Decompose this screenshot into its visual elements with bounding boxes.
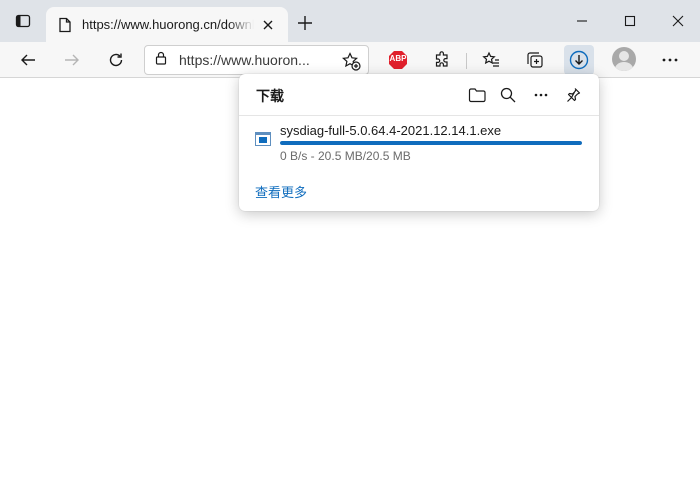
minimize-window-icon [577,20,587,22]
downloads-panel-title: 下载 [256,88,284,104]
avatar-head [619,51,629,61]
maximize-window-button[interactable] [606,6,654,36]
forward-arrow-icon [65,54,79,66]
download-filename[interactable]: sysdiag-full-5.0.64.4-2021.12.14.1.exe [280,123,501,138]
back-button[interactable] [13,45,43,75]
download-progress-bar [280,141,582,145]
download-icon [569,50,589,70]
forward-button[interactable] [57,45,87,75]
ellipsis-icon [534,93,548,97]
address-bar[interactable]: https://www.huoron... [144,45,369,75]
abp-label: ABP [389,54,407,63]
new-tab-button[interactable] [292,10,318,36]
pin-panel-button[interactable] [561,83,585,107]
search-downloads-button[interactable] [496,83,520,107]
open-folder-button[interactable] [465,83,489,107]
abp-extension-button[interactable]: ABP [383,45,413,75]
navigation-toolbar: https://www.huoron... ABP [0,42,700,78]
tab-title: https://www.huorong.cn/download [82,17,254,32]
see-more-link[interactable]: 查看更多 [255,182,307,201]
exe-file-icon [255,131,271,147]
back-arrow-icon [21,54,35,66]
page-icon [56,16,74,34]
collections-icon [527,52,543,68]
favorites-list-icon [482,51,499,67]
plus-icon [298,16,312,30]
close-icon [263,20,273,29]
lock-icon[interactable] [155,51,167,70]
maximize-icon [624,15,636,27]
settings-more-button[interactable] [655,45,685,75]
tab-close-button[interactable] [258,15,278,35]
collections-button[interactable] [520,45,550,75]
downloads-button[interactable] [564,45,594,75]
minimize-window-button[interactable] [558,6,606,36]
profile-avatar[interactable] [612,47,636,71]
toolbar-separator [466,53,467,69]
close-window-icon [672,15,684,27]
avatar-body [615,62,633,71]
refresh-icon [109,53,123,67]
url-text[interactable]: https://www.huoron... [179,52,319,68]
browser-tab[interactable]: https://www.huorong.cn/download [46,7,288,42]
title-bar: https://www.huorong.cn/download [0,0,700,42]
panel-divider [239,115,599,116]
download-status: 0 B/s - 20.5 MB/20.5 MB [280,149,411,163]
downloads-panel: 下载 sysdiag-full-5.0.64.4-2021.12.14.1.ex… [239,74,599,211]
search-icon [500,87,516,103]
close-window-button[interactable] [654,6,700,36]
extensions-button[interactable] [427,45,457,75]
folder-icon [468,88,486,103]
pin-icon [567,88,581,102]
more-horizontal-icon [662,58,678,62]
download-progress-fill [280,141,582,145]
extensions-puzzle-icon [435,51,448,67]
add-favorite-button[interactable] [340,50,362,72]
more-options-button[interactable] [529,83,553,107]
star-add-icon [341,52,361,71]
tab-actions-button[interactable] [8,10,38,36]
refresh-button[interactable] [101,45,131,75]
tab-actions-icon [15,13,31,34]
favorites-button[interactable] [476,45,506,75]
